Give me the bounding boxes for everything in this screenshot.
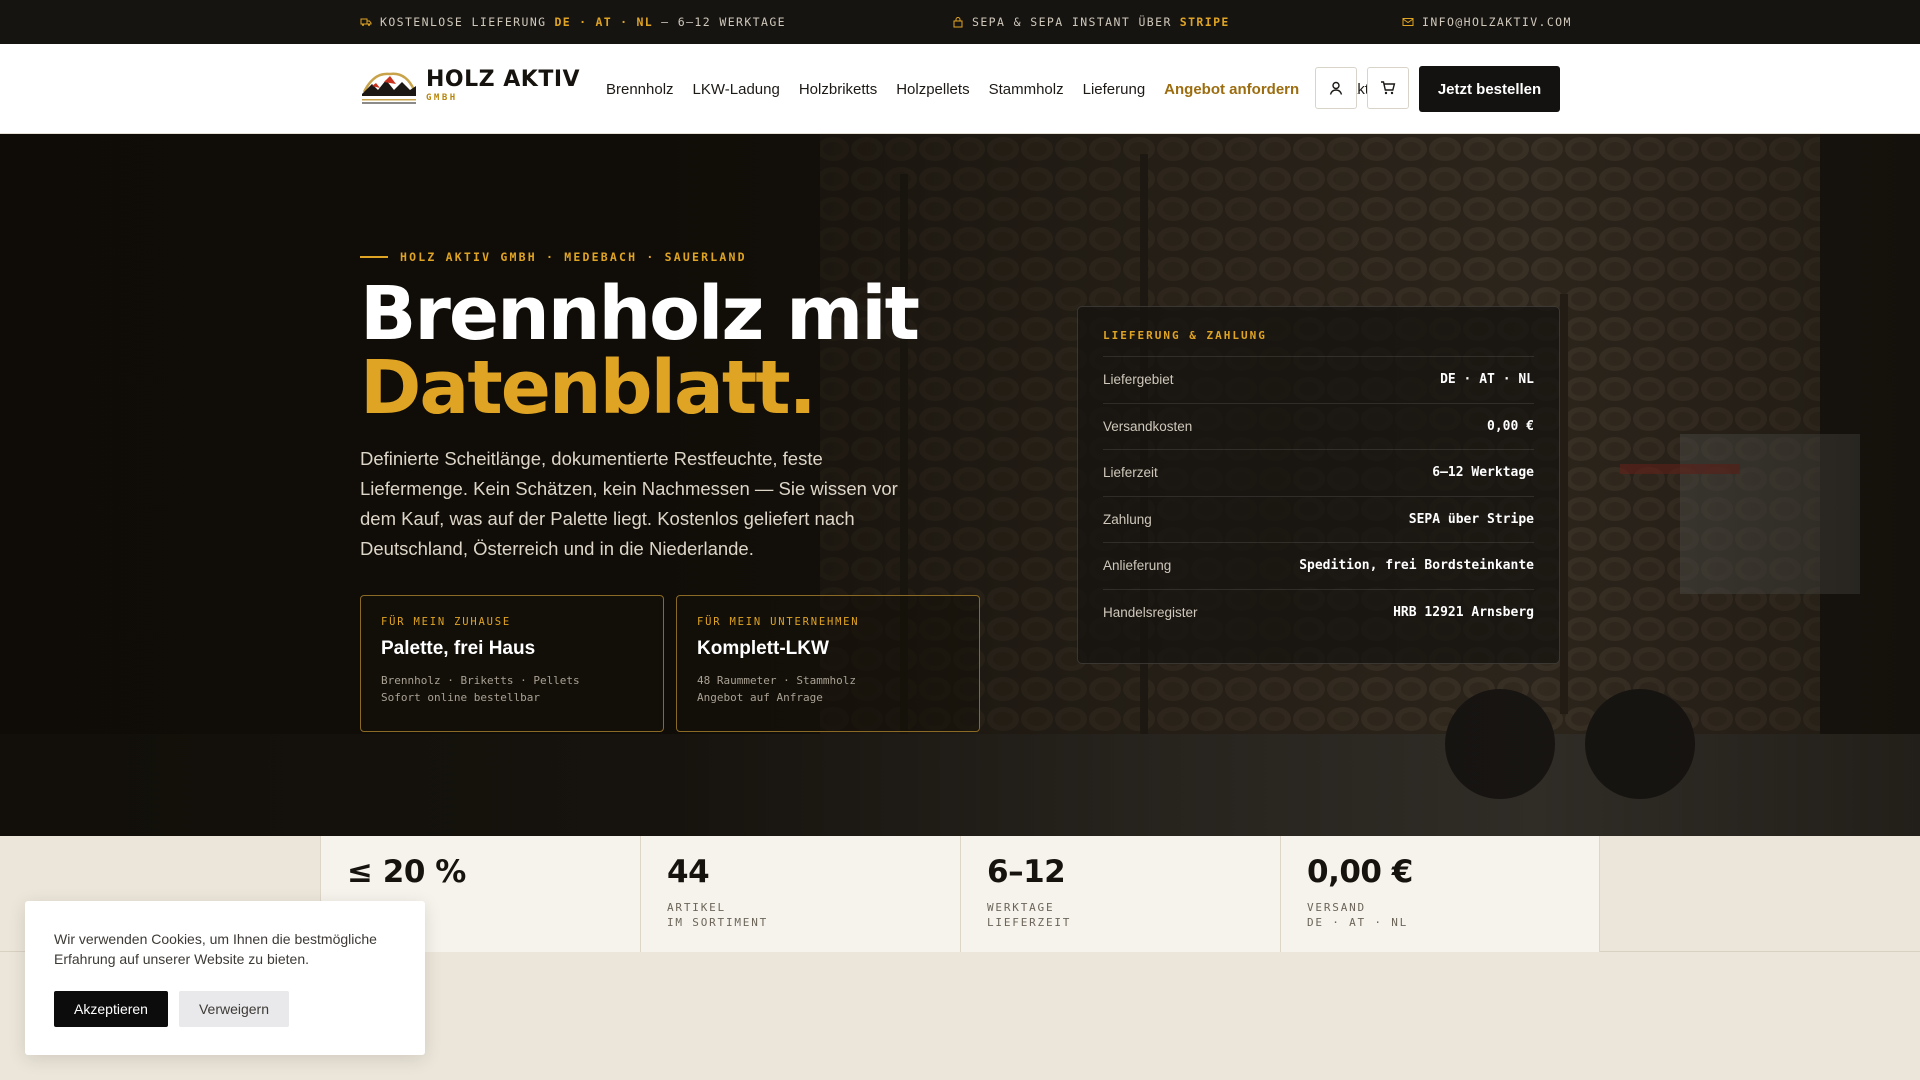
order-now-button[interactable]: Jetzt bestellen: [1419, 66, 1560, 112]
logo-mark-icon: [362, 72, 416, 104]
stat-articles: 44 ARTIKEL IM SORTIMENT: [640, 836, 960, 952]
nav-holzpellets[interactable]: Holzpellets: [896, 81, 969, 98]
nav-angebot-anfordern[interactable]: Angebot anfordern: [1164, 81, 1299, 98]
truck-icon: [360, 18, 372, 26]
stat-value: 44: [667, 854, 710, 890]
panel-row: Liefergebiet DE · AT · NL: [1103, 356, 1534, 403]
country-de: DE: [554, 15, 572, 29]
cookie-banner: Wir verwenden Cookies, um Ihnen die best…: [25, 901, 425, 1055]
card-details: 48 Raummeter · Stammholz Angebot auf Anf…: [697, 672, 959, 706]
hero-title-line1: Brennholz mit: [360, 271, 920, 357]
stat-delivery-time: 6–12 WERKTAGE LIEFERZEIT: [960, 836, 1280, 952]
hero-eyebrow: HOLZ AKTIV GMBH · MEDEBACH · SAUERLAND: [360, 250, 747, 264]
account-button[interactable]: [1315, 67, 1357, 109]
card-title: Komplett-LKW: [697, 638, 829, 659]
card-line: Brennholz · Briketts · Pellets: [381, 674, 580, 687]
nav-holzbriketts[interactable]: Holzbriketts: [799, 81, 877, 98]
cart-button[interactable]: [1367, 67, 1409, 109]
card-line: Sofort online bestellbar: [381, 691, 540, 704]
card-business[interactable]: FÜR MEIN UNTERNEHMEN Komplett-LKW 48 Rau…: [676, 595, 980, 732]
nav-brennholz[interactable]: Brennholz: [606, 81, 674, 98]
delivery-suffix: — 6–12 WERKTAGE: [661, 15, 786, 29]
payment-prefix: SEPA & SEPA INSTANT ÜBER: [972, 15, 1172, 29]
panel-value: HRB 12921 Arnsberg: [1393, 604, 1534, 620]
hero-lead: Definierte Scheitlänge, dokumentierte Re…: [360, 448, 898, 559]
cart-icon: [1381, 81, 1396, 95]
payment-brand: STRIPE: [1179, 15, 1230, 29]
email-address[interactable]: INFO@HOLZAKTIV.COM: [1422, 15, 1572, 29]
cookie-actions: Akzeptieren Verweigern: [54, 991, 289, 1027]
logo-subtitle: GMBH: [426, 93, 458, 103]
nav-lieferung[interactable]: Lieferung: [1083, 81, 1146, 98]
panel-value: 6–12 Werktage: [1432, 465, 1534, 481]
delivery-prefix: KOSTENLOSE LIEFERUNG: [380, 15, 547, 29]
panel-value: DE · AT · NL: [1440, 372, 1534, 388]
eyebrow-text: HOLZ AKTIV GMBH · MEDEBACH · SAUERLAND: [400, 250, 747, 264]
logo-name: HOLZ AKTIV: [426, 67, 581, 92]
card-details: Brennholz · Briketts · Pellets Sofort on…: [381, 672, 643, 706]
panel-label: Anlieferung: [1103, 558, 1172, 574]
panel-value: SEPA über Stripe: [1408, 511, 1534, 527]
payment-info: SEPA & SEPA INSTANT ÜBER STRIPE: [952, 0, 1230, 44]
panel-row: Zahlung SEPA über Stripe: [1103, 495, 1534, 543]
nav-stammholz[interactable]: Stammholz: [989, 81, 1064, 98]
country-nl: NL: [636, 15, 654, 29]
panel-label: Versandkosten: [1103, 418, 1193, 434]
panel-row: Versandkosten 0,00 €: [1103, 402, 1534, 450]
country-at: AT: [595, 15, 613, 29]
cookie-message: Wir verwenden Cookies, um Ihnen die best…: [54, 931, 377, 967]
panel-label: Handelsregister: [1103, 604, 1198, 620]
stat-value: 6–12: [987, 854, 1066, 890]
cookie-deny-button[interactable]: Verweigern: [179, 991, 289, 1027]
card-kicker: FÜR MEIN UNTERNEHMEN: [697, 616, 860, 628]
card-line: Angebot auf Anfrage: [697, 691, 823, 704]
logo[interactable]: HOLZ AKTIV GMBH: [360, 66, 580, 106]
hero-title-line2: Datenblatt.: [360, 345, 817, 431]
user-icon: [1329, 81, 1343, 95]
hero-title: Brennholz mit Datenblatt.: [360, 271, 920, 431]
stat-value: 0,00 €: [1307, 854, 1413, 890]
email-link[interactable]: INFO@HOLZAKTIV.COM: [1402, 0, 1572, 44]
panel-heading: LIEFERUNG & ZAHLUNG: [1103, 329, 1267, 342]
card-title: Palette, frei Haus: [381, 638, 536, 659]
panel-label: Zahlung: [1103, 511, 1152, 527]
lock-icon: [953, 17, 963, 28]
separator-dot: ·: [620, 15, 629, 29]
panel-row: Lieferzeit 6–12 Werktage: [1103, 449, 1534, 496]
stat-value: ≤ 20 %: [347, 854, 466, 890]
delivery-info: KOSTENLOSE LIEFERUNG DE · AT · NL — 6–12…: [360, 0, 786, 44]
stat-label: VERSAND DE · AT · NL: [1307, 901, 1409, 929]
panel-row: Anlieferung Spedition, frei Bordsteinkan…: [1103, 542, 1534, 589]
top-info-bar: KOSTENLOSE LIEFERUNG DE · AT · NL — 6–12…: [0, 0, 1920, 44]
card-home[interactable]: FÜR MEIN ZUHAUSE Palette, frei Haus Bren…: [360, 595, 664, 732]
card-line: 48 Raummeter · Stammholz: [697, 674, 856, 687]
mail-icon: [1402, 18, 1414, 26]
panel-value: 0,00 €: [1487, 418, 1534, 434]
stat-label: ARTIKEL IM SORTIMENT: [667, 901, 769, 929]
card-kicker: FÜR MEIN ZUHAUSE: [381, 616, 511, 628]
stat-shipping: 0,00 € VERSAND DE · AT · NL: [1280, 836, 1600, 952]
delivery-payment-panel: LIEFERUNG & ZAHLUNG Liefergebiet DE · AT…: [1077, 306, 1560, 664]
separator-dot: ·: [579, 15, 588, 29]
panel-label: Liefergebiet: [1103, 372, 1174, 388]
eyebrow-rule: [360, 256, 388, 258]
site-header: HOLZ AKTIV GMBH Brennholz LKW-Ladung Hol…: [0, 44, 1920, 134]
main-nav: Brennholz LKW-Ladung Holzbriketts Holzpe…: [606, 44, 1388, 134]
cookie-accept-button[interactable]: Akzeptieren: [54, 991, 168, 1027]
panel-row: Handelsregister HRB 12921 Arnsberg: [1103, 588, 1534, 636]
panel-value: Spedition, frei Bordsteinkante: [1299, 558, 1534, 574]
nav-lkw-ladung[interactable]: LKW-Ladung: [693, 81, 780, 98]
panel-label: Lieferzeit: [1103, 465, 1158, 481]
stat-label: WERKTAGE LIEFERZEIT: [987, 901, 1072, 929]
hero-section: HOLZ AKTIV GMBH · MEDEBACH · SAUERLAND B…: [0, 134, 1920, 836]
